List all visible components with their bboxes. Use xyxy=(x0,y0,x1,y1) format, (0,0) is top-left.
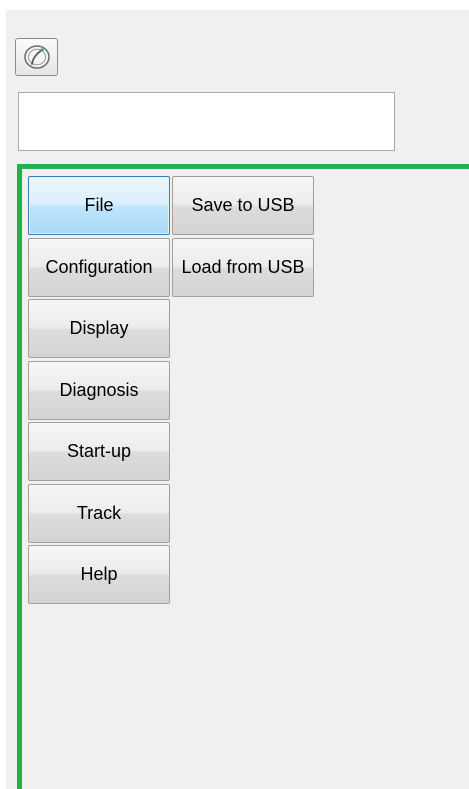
help-button[interactable]: Help xyxy=(28,545,170,604)
gauge-button[interactable] xyxy=(15,38,58,76)
display-button[interactable]: Display xyxy=(28,299,170,358)
app-window: File Save to USB Configuration Load from… xyxy=(0,0,469,789)
configuration-button[interactable]: Configuration xyxy=(28,238,170,297)
track-button[interactable]: Track xyxy=(28,484,170,543)
gauge-icon xyxy=(23,44,51,70)
file-button[interactable]: File xyxy=(28,176,170,235)
load-from-usb-button[interactable]: Load from USB xyxy=(172,238,314,297)
start-up-button[interactable]: Start-up xyxy=(28,422,170,481)
save-to-usb-button[interactable]: Save to USB xyxy=(172,176,314,235)
diagnosis-button[interactable]: Diagnosis xyxy=(28,361,170,420)
text-input[interactable] xyxy=(18,92,395,151)
